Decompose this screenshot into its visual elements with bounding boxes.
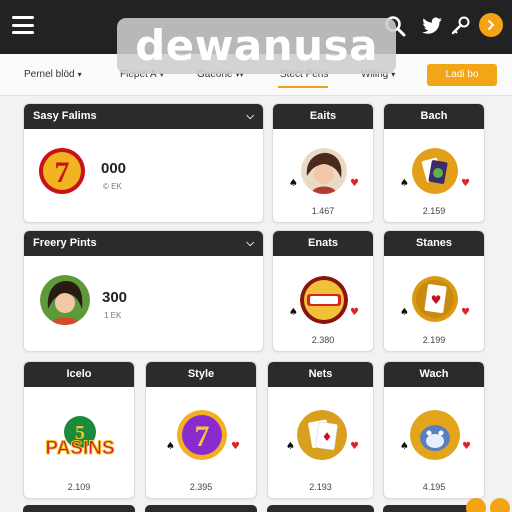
card-footer-value: 2.159 (422, 206, 446, 216)
floating-coin-icon[interactable] (490, 498, 510, 512)
twitter-bird-icon[interactable] (420, 14, 444, 38)
purple-seven-icon: 7 (177, 410, 227, 460)
watermark: dewanusa (117, 18, 396, 74)
heart-icon: ♥ (462, 441, 471, 452)
card-title: Style (146, 362, 256, 387)
game-card-enats[interactable]: Enats ♠ ♥ 2.380 (272, 230, 374, 352)
jackpot-sub: © EK (103, 182, 122, 191)
svg-text:7: 7 (55, 156, 70, 189)
svg-text:♦: ♦ (322, 430, 333, 444)
card-title: Freery Pints ⌵ (24, 231, 263, 256)
game-card-icelo[interactable]: Icelo 5 PASINS 2.109 (23, 361, 135, 499)
bulldog-mascot-icon (410, 410, 460, 460)
filter-action-button[interactable]: Ladi bo (427, 64, 497, 86)
heart-icon: ♥ (461, 178, 470, 189)
game-card-wach[interactable]: Wach ♠ ♥ 4.195 (383, 361, 485, 499)
card-deck-icon: ♦ (297, 410, 347, 460)
floating-coin-icon[interactable] (466, 498, 486, 512)
playing-card-icon: ♥ (412, 276, 458, 322)
game-card-nets[interactable]: Nets ♦ ♠ ♥ 2.193 (267, 361, 374, 499)
next-row-card-header (267, 505, 374, 512)
chevron-down-icon: ▾ (77, 70, 82, 79)
game-card-sasy-falims[interactable]: Sasy Falims ⌵ 7 000 © EK (23, 103, 264, 223)
next-row-card-header (145, 505, 257, 512)
card-footer-value: 1.467 (311, 206, 335, 216)
card-footer-value: 4.195 (422, 482, 446, 492)
card-title: Stanes (384, 231, 484, 256)
key-icon[interactable] (449, 14, 473, 38)
card-title-text: Sasy Falims (33, 110, 97, 122)
card-title: Sasy Falims ⌵ (24, 104, 263, 129)
svg-text:7: 7 (195, 420, 210, 453)
jackpot-value: 300 (102, 289, 128, 306)
slot-logo-icon (300, 276, 348, 324)
playing-cards-icon (412, 148, 458, 194)
lucky-seven-icon: 7 (39, 148, 85, 194)
filter-label: Pernel blöd (24, 69, 75, 80)
heart-icon: ♥ (350, 441, 359, 452)
card-title-text: Freery Pints (33, 237, 97, 249)
heart-icon: ♥ (231, 441, 240, 452)
card-title: Eaits (273, 104, 373, 129)
card-title: Icelo (24, 362, 134, 387)
filter-pernel[interactable]: Pernel blöd ▾ (24, 69, 82, 80)
spade-icon: ♠ (400, 307, 409, 318)
coin-icon[interactable] (479, 13, 503, 37)
card-title: Enats (273, 231, 373, 256)
heart-icon: ♥ (350, 307, 359, 318)
heart-icon: ♥ (350, 178, 359, 189)
heart-icon: ♥ (461, 307, 470, 318)
game-card-bach[interactable]: Bach ♠ ♥ 2.159 (383, 103, 485, 223)
jackpot-value: 000 (101, 160, 127, 177)
next-row-card-header (23, 505, 135, 512)
game-card-stanes[interactable]: Stanes ♥ ♠ ♥ 2.199 (383, 230, 485, 352)
card-footer-value: 2.193 (309, 482, 332, 492)
active-filter-underline (278, 86, 328, 88)
spade-icon: ♠ (286, 441, 295, 452)
card-footer-value: 2.395 (189, 482, 213, 492)
character-avatar-icon (301, 148, 347, 194)
chevron-down-icon[interactable]: ⌵ (246, 231, 254, 256)
pasins-logo: 5 PASINS (28, 410, 132, 468)
game-card-freery-pints[interactable]: Freery Pints ⌵ 300 1 EK (23, 230, 264, 352)
chevron-down-icon[interactable]: ⌵ (246, 104, 254, 129)
card-footer-value: 2.199 (422, 335, 446, 345)
spade-icon: ♠ (166, 441, 175, 452)
game-card-style[interactable]: Style 7 ♠ ♥ 2.395 (145, 361, 257, 499)
card-footer-value: 2.109 (67, 482, 91, 492)
card-title: Bach (384, 104, 484, 129)
svg-text:♥: ♥ (431, 293, 442, 307)
woman-avatar-icon (40, 275, 90, 325)
spade-icon: ♠ (400, 441, 409, 452)
spade-icon: ♠ (289, 178, 298, 189)
hamburger-menu-icon[interactable] (12, 16, 34, 34)
game-card-eaits[interactable]: Eaits ♠ ♥ 1.467 (272, 103, 374, 223)
pasins-logo-text: PASINS (45, 438, 115, 460)
card-footer-value: 2.380 (311, 335, 335, 345)
card-title: Nets (268, 362, 373, 387)
spade-icon: ♠ (289, 307, 298, 318)
spade-icon: ♠ (400, 178, 409, 189)
card-title: Wach (384, 362, 484, 387)
jackpot-sub: 1 EK (104, 311, 122, 320)
